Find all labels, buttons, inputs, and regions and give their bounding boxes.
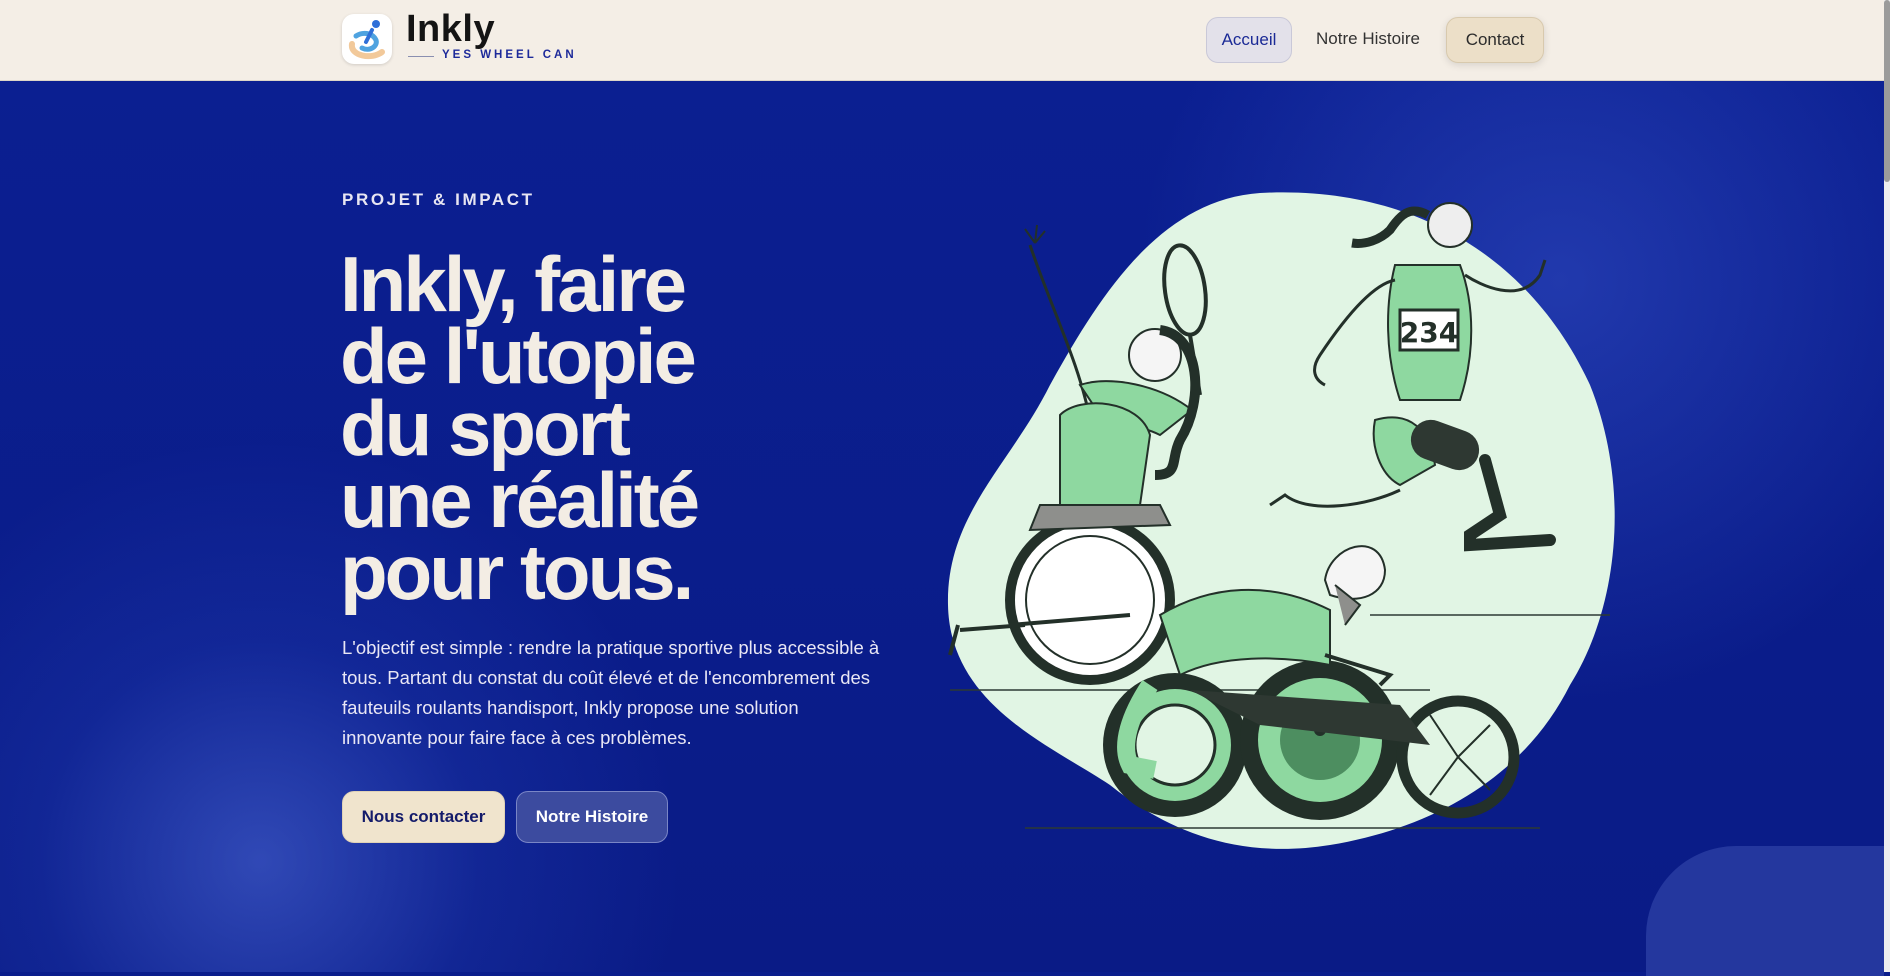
nav-story[interactable]: Notre Histoire xyxy=(1306,17,1430,61)
athletes-illustration: 234 xyxy=(930,185,1620,855)
site-header: Inkly YES WHEEL CAN Accueil Notre Histoi… xyxy=(0,0,1884,81)
logo-tagline: YES WHEEL CAN xyxy=(442,49,577,61)
headline-line-5: pour tous. xyxy=(340,528,694,616)
hero-intro: L'objectif est simple : rendre la pratiq… xyxy=(342,637,880,748)
hero-headline: Inkly, faire de l'utopie du sport une ré… xyxy=(340,245,860,611)
page-scrollbar[interactable] xyxy=(1884,0,1890,972)
contact-button[interactable]: Nous contacter xyxy=(342,791,505,843)
hero-eyebrow: PROJET & IMPACT xyxy=(342,190,535,209)
bib-number: 234 xyxy=(1400,316,1458,349)
scrollbar-thumb[interactable] xyxy=(1884,0,1890,182)
nav-contact[interactable]: Contact xyxy=(1446,17,1544,63)
logo-icon[interactable] xyxy=(342,14,392,64)
logo-divider xyxy=(408,56,434,57)
story-button[interactable]: Notre Histoire xyxy=(516,791,668,843)
decorative-corner-shape xyxy=(1646,846,1884,976)
logo-name[interactable]: Inkly xyxy=(406,8,495,51)
nav-home[interactable]: Accueil xyxy=(1206,17,1292,63)
